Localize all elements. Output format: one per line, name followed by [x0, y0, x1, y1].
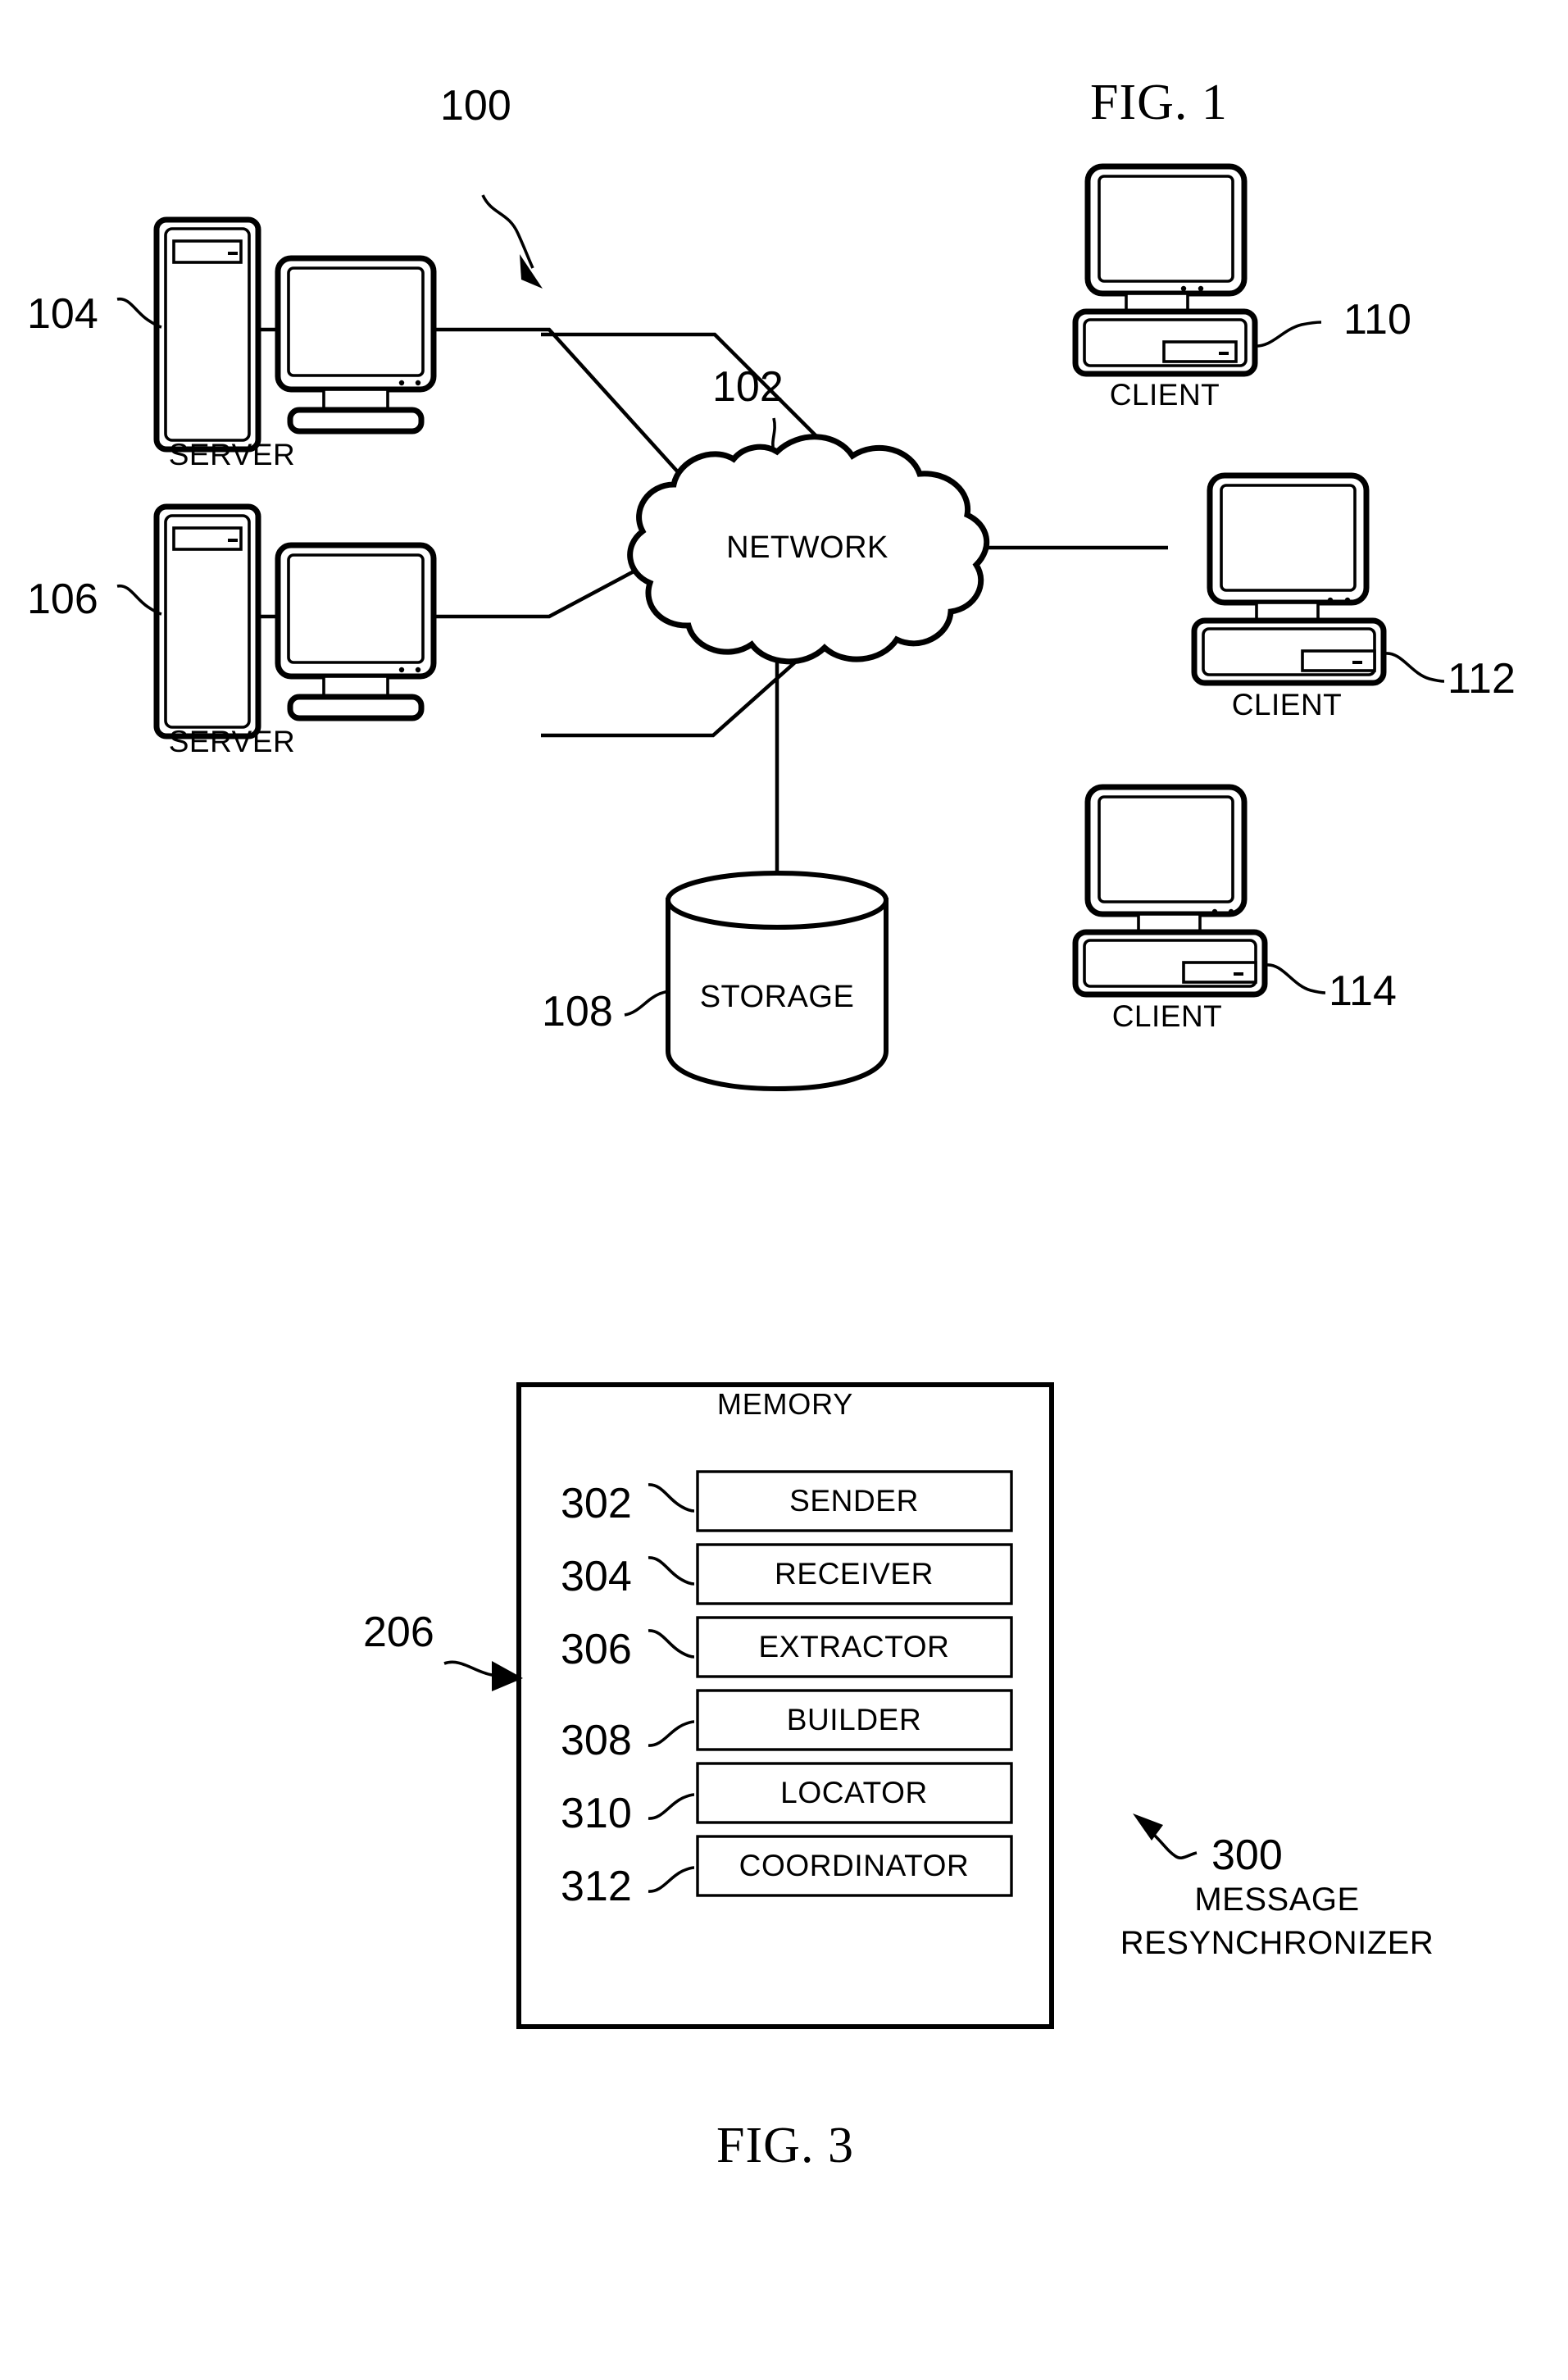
- client-114-drive-bay: [1182, 961, 1257, 984]
- block-coordinator-label: COORDINATOR: [739, 1849, 970, 1882]
- server-106-led-2: [415, 667, 421, 673]
- block-coordinator-ref: 312: [561, 1863, 632, 1910]
- block-extractor-label: EXTRACTOR: [759, 1630, 950, 1663]
- drawing-canvas: FIG. 1 100 SERVER 104 SERVER 106 NETWORK…: [27, 75, 1516, 2173]
- client-114: CLIENT 114: [1072, 784, 1397, 1033]
- server-106: SERVER 106: [27, 503, 437, 758]
- block-builder-ref: 308: [561, 1717, 632, 1764]
- client-114-ref: 114: [1329, 967, 1397, 1015]
- message-resynchronizer-note: 300 MESSAGE RESYNCHRONIZER: [1120, 1813, 1434, 1961]
- client-112-drive-bay: [1301, 649, 1376, 672]
- resynchronizer-arrowhead: [1133, 1813, 1163, 1841]
- block-locator-label: LOCATOR: [780, 1776, 928, 1809]
- memory-block-receiver: RECEIVER 304: [561, 1543, 1013, 1605]
- client-110: CLIENT 110: [1072, 163, 1411, 412]
- client-114-led-2: [1228, 908, 1234, 915]
- system-ref-100-leader: [481, 194, 534, 269]
- block-builder-label: BUILDER: [787, 1703, 922, 1736]
- client-110-label: CLIENT: [1110, 378, 1220, 412]
- server-106-led-1: [398, 667, 405, 673]
- network-label: NETWORK: [726, 530, 889, 565]
- server-106-ref: 106: [27, 576, 98, 623]
- storage-cylinder: STORAGE 108: [542, 871, 889, 1092]
- figure-3-group: MEMORY 206 SENDER 302 RECEIVER 304 EXTRA…: [363, 1382, 1434, 2173]
- client-114-led-1: [1211, 908, 1218, 915]
- storage-top-ellipse: [666, 871, 889, 930]
- block-locator-ref: 310: [561, 1790, 632, 1837]
- block-receiver-ref: 304: [561, 1553, 632, 1600]
- fig1-title: FIG. 1: [1090, 75, 1228, 130]
- server-104-ref: 104: [27, 290, 98, 338]
- server-104: SERVER 104: [27, 216, 437, 471]
- block-extractor-ref: 306: [561, 1626, 632, 1673]
- server-104-led-2: [415, 380, 421, 386]
- figure-1-group: FIG. 1 100 SERVER 104 SERVER 106 NETWORK…: [27, 75, 1516, 1092]
- memory-ref-206: 206: [363, 1609, 434, 1656]
- resynchronizer-ref-300: 300: [1211, 1832, 1283, 1879]
- client-110-led-1: [1180, 285, 1187, 292]
- block-sender-label: SENDER: [789, 1484, 919, 1518]
- memory-title: MEMORY: [717, 1387, 853, 1421]
- server-106-drive-slot: [228, 539, 238, 542]
- block-sender-ref: 302: [561, 1480, 632, 1527]
- server-104-drive-slot: [228, 252, 238, 255]
- resynchronizer-name-line1: MESSAGE: [1194, 1882, 1359, 1918]
- server-104-monitor-base: [287, 407, 425, 435]
- client-112-ref: 112: [1448, 655, 1516, 703]
- server-104-label: SERVER: [169, 438, 296, 471]
- server-106-label: SERVER: [169, 725, 296, 758]
- fig3-title: FIG. 3: [716, 2118, 854, 2173]
- client-114-drive-slot: [1234, 972, 1243, 976]
- client-114-ref-leader: [1266, 963, 1326, 994]
- client-110-led-2: [1198, 285, 1204, 292]
- server-106-monitor-base: [287, 694, 425, 721]
- network-ref-leader: [771, 417, 776, 453]
- storage-ref: 108: [542, 988, 613, 1035]
- patent-drawing-sheet: FIG. 1 100 SERVER 104 SERVER 106 NETWORK…: [0, 0, 1568, 2380]
- network-ref: 102: [712, 363, 784, 411]
- client-110-ref: 110: [1343, 296, 1411, 344]
- block-receiver-label: RECEIVER: [775, 1557, 934, 1590]
- server-106-monitor-screen: [287, 553, 425, 664]
- memory-block-extractor: EXTRACTOR 306: [561, 1616, 1013, 1678]
- client-112-drive-slot: [1352, 661, 1362, 664]
- client-110-drive-slot: [1219, 352, 1229, 355]
- resynchronizer-leader: [1152, 1833, 1198, 1859]
- system-ref-100-arrowhead: [520, 254, 543, 289]
- resynchronizer-name-line2: RESYNCHRONIZER: [1120, 1925, 1434, 1961]
- system-ref-100: 100: [440, 82, 511, 130]
- memory-block-sender: SENDER 302: [561, 1470, 1013, 1532]
- client-114-label: CLIENT: [1112, 999, 1223, 1033]
- storage-label: STORAGE: [700, 980, 855, 1014]
- client-112-ref-leader: [1384, 652, 1445, 683]
- network-cloud: NETWORK 102: [627, 363, 990, 665]
- client-112-led-1: [1327, 597, 1334, 603]
- client-112: CLIENT 112: [1191, 472, 1516, 721]
- client-112-led-2: [1344, 597, 1351, 603]
- client-114-monitor-screen: [1098, 795, 1234, 903]
- storage-ref-leader: [624, 990, 670, 1017]
- client-112-label: CLIENT: [1232, 688, 1343, 721]
- server-104-monitor-screen: [287, 266, 425, 377]
- client-112-monitor-screen: [1220, 484, 1357, 592]
- client-110-ref-leader: [1253, 321, 1322, 348]
- client-110-monitor-screen: [1098, 175, 1234, 283]
- server-104-led-1: [398, 380, 405, 386]
